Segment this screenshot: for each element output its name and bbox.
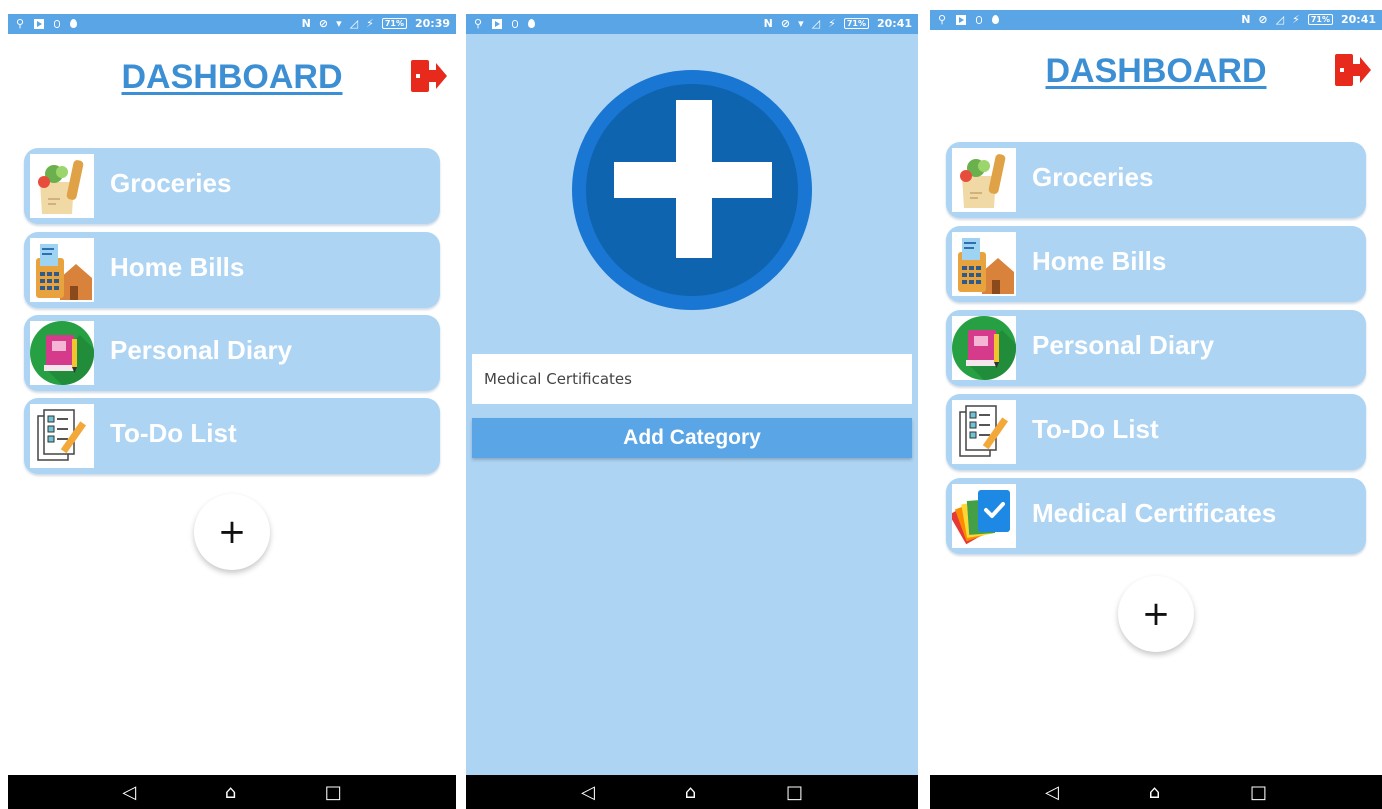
category-label: Personal Diary — [110, 335, 293, 365]
add-category-screen: ⚲ N ⊘ ▾ ◿ ⚡ 71% 20:41 Add Category ◁ ⌂ □ — [466, 14, 918, 809]
certificate-cards-icon — [952, 484, 1016, 548]
home-icon[interactable]: ⌂ — [1149, 782, 1160, 803]
usb-icon: ⚲ — [16, 17, 25, 30]
category-card-to-do-list[interactable]: To-Do List — [24, 398, 440, 474]
android-nav-bar: ◁ ⌂ □ — [8, 775, 456, 809]
battery-indicator: 71% — [843, 18, 869, 29]
recents-icon[interactable]: □ — [1250, 782, 1267, 803]
dnd-icon: ⊘ — [318, 17, 329, 30]
usb-icon: ⚲ — [938, 13, 947, 26]
page-title: DASHBOARD — [1045, 52, 1267, 90]
play-store-icon — [34, 18, 45, 29]
logout-icon[interactable] — [408, 58, 448, 94]
category-name-input[interactable] — [472, 354, 912, 404]
category-label: Home Bills — [110, 252, 245, 282]
signal-icon: ◿ — [1275, 13, 1285, 26]
category-label: Personal Diary — [1032, 330, 1215, 360]
android-nav-bar: ◁ ⌂ □ — [466, 775, 918, 809]
category-card-medical-certificates[interactable]: Medical Certificates — [946, 478, 1366, 554]
category-label: Groceries — [110, 168, 232, 198]
nfc-icon: N — [763, 17, 773, 30]
recents-icon[interactable]: □ — [786, 782, 803, 803]
category-card-home-bills[interactable]: Home Bills — [24, 232, 440, 308]
category-card-groceries[interactable]: Groceries — [24, 148, 440, 224]
charging-icon: ⚡ — [1292, 13, 1300, 26]
category-label: Medical Certificates — [1032, 498, 1277, 528]
dnd-icon: ⊘ — [780, 17, 791, 30]
category-label: To-Do List — [1032, 414, 1159, 444]
charging-icon: ⚡ — [366, 17, 374, 30]
diary-book-icon — [30, 321, 94, 385]
wifi-icon: ▾ — [336, 17, 342, 30]
grocery-bag-icon — [30, 154, 94, 218]
bulb-icon — [54, 19, 61, 28]
usb-icon: ⚲ — [474, 17, 483, 30]
battery-indicator: 71% — [1307, 14, 1333, 25]
recents-icon[interactable]: □ — [325, 782, 342, 803]
play-store-icon — [956, 14, 967, 25]
clock: 20:41 — [1340, 13, 1376, 26]
charging-icon: ⚡ — [828, 17, 836, 30]
calculator-house-icon — [952, 232, 1016, 296]
status-bar: ⚲ N ⊘ ◿ ⚡ 71% 20:41 — [930, 10, 1382, 30]
calculator-house-icon — [30, 238, 94, 302]
add-category-fab[interactable]: + — [1118, 576, 1194, 652]
add-image-plus-icon[interactable] — [572, 70, 812, 310]
back-icon[interactable]: ◁ — [581, 782, 595, 803]
status-bar: ⚲ N ⊘ ▾ ◿ ⚡ 71% 20:41 — [466, 14, 918, 34]
dashboard-screen-before: ⚲ N ⊘ ▾ ◿ ⚡ 71% 20:39 DASHBOARD Grocerie… — [8, 14, 456, 809]
category-label: Groceries — [1032, 162, 1154, 192]
back-icon[interactable]: ◁ — [1045, 782, 1059, 803]
status-bar: ⚲ N ⊘ ▾ ◿ ⚡ 71% 20:39 — [8, 14, 456, 34]
back-icon[interactable]: ◁ — [122, 782, 136, 803]
grocery-bag-icon — [952, 148, 1016, 212]
play-store-icon — [492, 18, 503, 29]
wifi-icon: ▾ — [798, 17, 804, 30]
checklist-icon — [952, 400, 1016, 464]
location-icon — [992, 15, 1000, 24]
add-category-button[interactable]: Add Category — [472, 418, 912, 458]
nfc-icon: N — [301, 17, 311, 30]
nfc-icon: N — [1241, 13, 1251, 26]
signal-icon: ◿ — [811, 17, 821, 30]
category-card-to-do-list[interactable]: To-Do List — [946, 394, 1366, 470]
category-card-personal-diary[interactable]: Personal Diary — [946, 310, 1366, 386]
category-label: To-Do List — [110, 418, 237, 448]
android-nav-bar: ◁ ⌂ □ — [930, 775, 1382, 809]
checklist-icon — [30, 404, 94, 468]
category-card-home-bills[interactable]: Home Bills — [946, 226, 1366, 302]
location-icon — [70, 19, 78, 28]
dnd-icon: ⊘ — [1258, 13, 1268, 26]
dashboard-screen-after: ⚲ N ⊘ ◿ ⚡ 71% 20:41 DASHBOARD Groceries … — [930, 10, 1382, 809]
bulb-icon — [976, 15, 983, 24]
category-card-groceries[interactable]: Groceries — [946, 142, 1366, 218]
page-title: DASHBOARD — [121, 58, 343, 96]
battery-indicator: 71% — [381, 18, 407, 29]
diary-book-icon — [952, 316, 1016, 380]
category-card-personal-diary[interactable]: Personal Diary — [24, 315, 440, 391]
signal-icon: ◿ — [349, 17, 359, 30]
clock: 20:41 — [876, 17, 912, 30]
bulb-icon — [512, 19, 519, 28]
home-icon[interactable]: ⌂ — [685, 782, 696, 803]
add-category-fab[interactable]: + — [194, 494, 270, 570]
category-label: Home Bills — [1032, 246, 1167, 276]
logout-icon[interactable] — [1332, 52, 1372, 88]
location-icon — [528, 19, 536, 28]
home-icon[interactable]: ⌂ — [225, 782, 236, 803]
clock: 20:39 — [414, 17, 450, 30]
